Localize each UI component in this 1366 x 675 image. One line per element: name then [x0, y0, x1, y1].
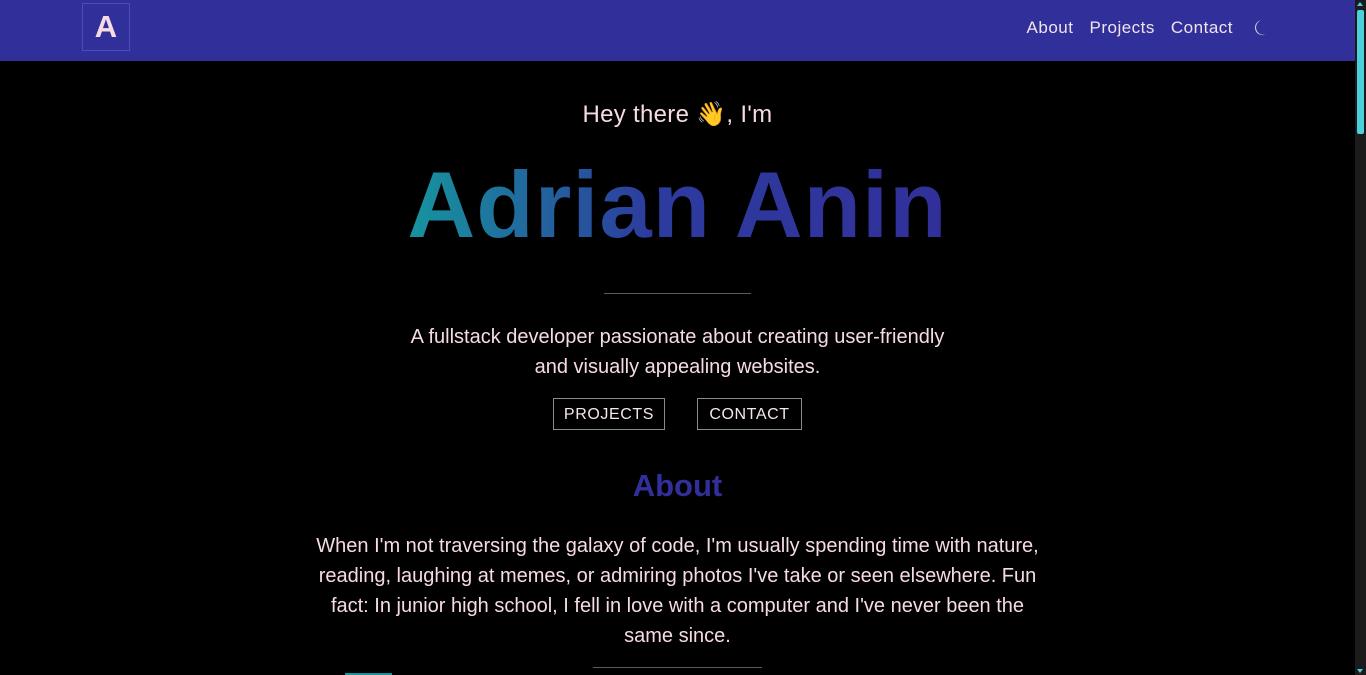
nav-links: About Projects Contact	[1027, 0, 1273, 56]
hero-divider	[604, 293, 751, 294]
navbar: A About Projects Contact	[0, 0, 1355, 61]
projects-button[interactable]: PROJECTS	[553, 398, 665, 430]
contact-button[interactable]: CONTACT	[697, 398, 802, 430]
nav-link-projects[interactable]: Projects	[1089, 18, 1154, 38]
theme-toggle-button[interactable]	[1251, 17, 1273, 39]
hero-greeting: Hey there 👋, I'm	[582, 101, 773, 128]
logo-link[interactable]: A	[82, 3, 130, 51]
about-text: When I'm not traversing the galaxy of co…	[316, 535, 1039, 647]
scroll-thumb[interactable]	[1357, 10, 1364, 134]
page-scrollbar[interactable]	[1355, 0, 1366, 675]
hero-tagline-line2: and visually appealing websites.	[534, 356, 821, 378]
hero-name: Adrian Anin	[0, 150, 1355, 260]
about-divider	[593, 667, 762, 668]
nav-link-about[interactable]: About	[1027, 18, 1074, 38]
hero-name-text: Adrian Anin	[407, 152, 948, 257]
scroll-down-arrow-icon[interactable]	[1357, 669, 1363, 673]
scroll-up-arrow-icon[interactable]	[1357, 2, 1363, 6]
hero-tagline: A fullstack developer passionate about c…	[0, 322, 1355, 382]
about-heading: About	[632, 468, 723, 503]
nav-link-contact[interactable]: Contact	[1171, 18, 1233, 38]
portfolio-page: A About Projects Contact Hey there 👋, I'…	[0, 0, 1366, 675]
hero-tagline-line1: A fullstack developer passionate about c…	[410, 326, 945, 348]
moon-icon	[1254, 20, 1266, 36]
